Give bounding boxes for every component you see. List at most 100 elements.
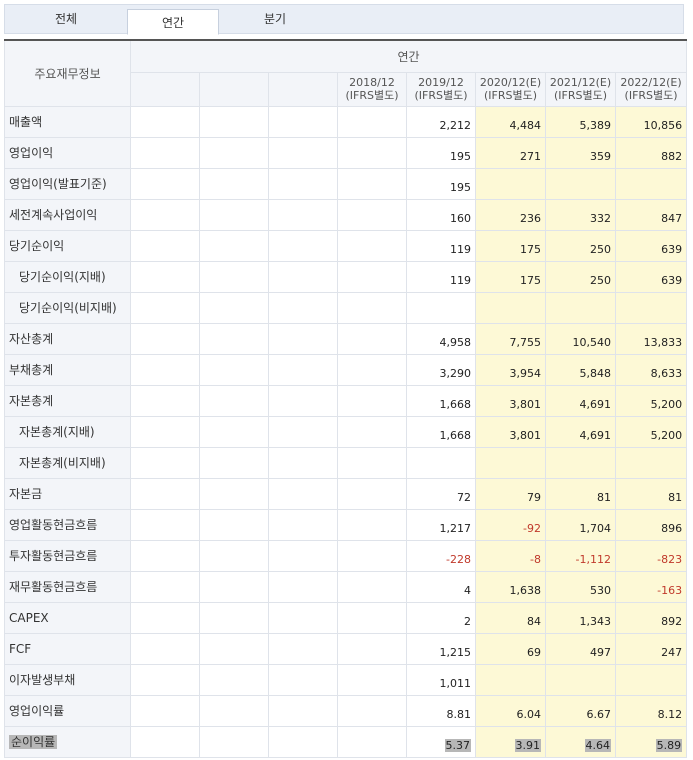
value-cell: 3,290 bbox=[406, 353, 476, 386]
row-label[interactable]: 자본총계(비지배) bbox=[4, 446, 131, 479]
value-text: 1,668 bbox=[439, 428, 472, 442]
value-text: 5,389 bbox=[579, 118, 612, 132]
value-cell bbox=[268, 477, 338, 510]
value-text: 4 bbox=[464, 583, 471, 597]
row-label[interactable]: 순이익률 bbox=[4, 725, 131, 758]
row-label-text: CAPEX bbox=[9, 610, 49, 625]
value-cell bbox=[337, 229, 407, 262]
value-cell: 639 bbox=[614, 229, 688, 262]
value-cell: 1,668 bbox=[406, 384, 476, 417]
table-row: 매출액 2,212 4,484 5,389 10,856 bbox=[4, 105, 688, 138]
value-cell bbox=[268, 415, 338, 448]
value-cell bbox=[337, 632, 407, 665]
value-cell: 3.91 bbox=[475, 725, 546, 758]
value-cell: 236 bbox=[475, 198, 546, 231]
value-text: 1,704 bbox=[579, 521, 612, 535]
row-label-text: 영업이익(발표기준) bbox=[9, 177, 107, 191]
value-text: 119 bbox=[450, 242, 471, 256]
value-cell: 4,958 bbox=[406, 322, 476, 355]
column-period: 2022/12(E) bbox=[620, 76, 682, 89]
value-cell: -8 bbox=[475, 539, 546, 572]
column-header: 2022/12(E) (IFRS별도) bbox=[614, 71, 688, 107]
row-label[interactable]: 부채총계 bbox=[4, 353, 131, 386]
value-text: 359 bbox=[590, 149, 611, 163]
value-text: 81 bbox=[597, 490, 611, 504]
value-cell bbox=[475, 663, 546, 696]
row-label[interactable]: 자본총계(지배) bbox=[4, 415, 131, 448]
value-cell bbox=[199, 632, 269, 665]
value-cell: 882 bbox=[614, 136, 688, 169]
value-cell: 271 bbox=[475, 136, 546, 169]
tab-annual[interactable]: 연간 bbox=[127, 9, 219, 35]
value-cell bbox=[199, 477, 269, 510]
row-label[interactable]: 세전계속사업이익 bbox=[4, 198, 131, 231]
row-label-text: FCF bbox=[9, 641, 32, 656]
row-label[interactable]: 자본금 bbox=[4, 477, 131, 510]
row-label[interactable]: 투자활동현금흐름 bbox=[4, 539, 131, 572]
value-cell bbox=[268, 136, 338, 169]
value-cell bbox=[545, 291, 616, 324]
value-cell: 6.67 bbox=[545, 694, 616, 727]
row-label[interactable]: 영업이익률 bbox=[4, 694, 131, 727]
row-label[interactable]: 당기순이익(지배) bbox=[4, 260, 131, 293]
row-label[interactable]: 당기순이익(비지배) bbox=[4, 291, 131, 324]
value-text: 639 bbox=[661, 242, 683, 256]
value-text: 84 bbox=[527, 614, 541, 628]
value-cell bbox=[130, 136, 200, 169]
value-cell bbox=[337, 260, 407, 293]
row-label[interactable]: 재무활동현금흐름 bbox=[4, 570, 131, 603]
value-cell: 3,954 bbox=[475, 353, 546, 386]
value-text: 4,691 bbox=[579, 397, 612, 411]
value-cell: 1,011 bbox=[406, 663, 476, 696]
tab-quarterly[interactable]: 분기 bbox=[219, 5, 331, 34]
value-cell bbox=[130, 663, 200, 696]
row-label[interactable]: 이자발생부채 bbox=[4, 663, 131, 696]
value-cell bbox=[337, 415, 407, 448]
value-cell: 6.04 bbox=[475, 694, 546, 727]
value-cell bbox=[337, 570, 407, 603]
row-label[interactable]: 영업이익 bbox=[4, 136, 131, 169]
row-label[interactable]: CAPEX bbox=[4, 601, 131, 634]
row-label[interactable]: 매출액 bbox=[4, 105, 131, 138]
value-text: 3,954 bbox=[509, 366, 542, 380]
value-cell bbox=[268, 632, 338, 665]
row-label[interactable]: 당기순이익 bbox=[4, 229, 131, 262]
column-header: 2021/12(E) (IFRS별도) bbox=[545, 71, 616, 107]
value-text: 639 bbox=[661, 273, 683, 287]
row-label[interactable]: 영업이익(발표기준) bbox=[4, 167, 131, 200]
column-period: 2018/12 bbox=[349, 76, 395, 89]
value-text: 882 bbox=[661, 149, 683, 163]
value-cell: 81 bbox=[545, 477, 616, 510]
value-cell: 8.12 bbox=[614, 694, 688, 727]
value-cell: 160 bbox=[406, 198, 476, 231]
row-label-text: 투자활동현금흐름 bbox=[9, 549, 98, 563]
value-cell bbox=[337, 694, 407, 727]
value-cell: 7,755 bbox=[475, 322, 546, 355]
row-label[interactable]: FCF bbox=[4, 632, 131, 665]
row-label[interactable]: 영업활동현금흐름 bbox=[4, 508, 131, 541]
value-cell: 5,389 bbox=[545, 105, 616, 138]
value-text: -228 bbox=[446, 552, 471, 566]
value-text: 69 bbox=[527, 645, 541, 659]
value-text: 1,215 bbox=[439, 645, 472, 659]
row-label-text: 당기순이익(지배) bbox=[19, 270, 106, 284]
column-header bbox=[199, 71, 269, 107]
value-cell bbox=[337, 477, 407, 510]
value-cell bbox=[268, 353, 338, 386]
value-cell bbox=[337, 198, 407, 231]
table-row: 세전계속사업이익 160 236 332 847 bbox=[4, 198, 688, 231]
row-label[interactable]: 자본총계 bbox=[4, 384, 131, 417]
table-row: CAPEX 2 84 1,343 892 bbox=[4, 601, 688, 634]
value-cell: 1,343 bbox=[545, 601, 616, 634]
value-cell bbox=[199, 167, 269, 200]
value-cell bbox=[199, 601, 269, 634]
value-cell bbox=[199, 508, 269, 541]
value-cell bbox=[268, 725, 338, 758]
value-cell bbox=[337, 353, 407, 386]
value-cell bbox=[268, 229, 338, 262]
tab-all[interactable]: 전체 bbox=[5, 5, 127, 34]
value-text: 1,668 bbox=[439, 397, 472, 411]
row-label[interactable]: 자산총계 bbox=[4, 322, 131, 355]
row-label-text: 자산총계 bbox=[9, 332, 54, 346]
row-label-text: 순이익률 bbox=[9, 735, 58, 749]
